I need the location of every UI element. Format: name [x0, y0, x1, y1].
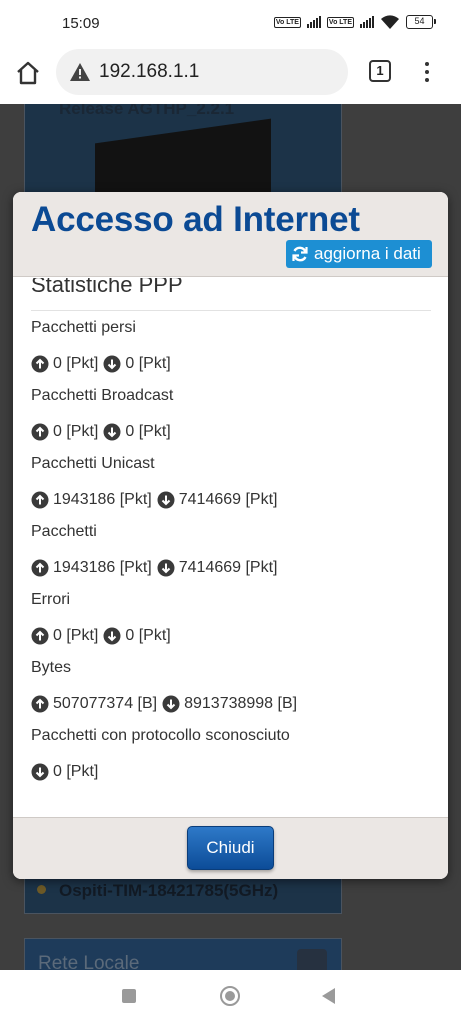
status-time: 15:09: [62, 15, 100, 32]
signal-icon: [306, 16, 321, 28]
download-arrow-icon: [103, 355, 121, 373]
tab-switcher-button[interactable]: 1: [369, 60, 391, 82]
stat-label: Pacchetti Unicast: [31, 455, 155, 472]
stat-values: 507077374 [B] 8913738998 [B]: [31, 694, 297, 714]
address-bar[interactable]: 192.168.1.1: [56, 49, 348, 95]
stat-down-value: 7414669 [Pkt]: [178, 559, 278, 576]
home-nav-icon[interactable]: [220, 986, 240, 1006]
stat-label: Pacchetti Broadcast: [31, 387, 174, 404]
stat-label: Pacchetti: [31, 523, 97, 540]
url-text: 192.168.1.1: [99, 61, 200, 82]
stat-values: 0 [Pkt] 0 [Pkt]: [31, 354, 171, 374]
stat-values: 1943186 [Pkt] 7414669 [Pkt]: [31, 490, 278, 510]
section-title: Statistiche PPP: [31, 278, 183, 297]
wifi-guest-label: Ospiti-TIM-18421785(5GHz): [59, 881, 279, 900]
stat-down-value: 8913738998 [B]: [184, 695, 298, 712]
stat-down-value: 0 [Pkt]: [125, 355, 171, 372]
overflow-menu-icon[interactable]: [420, 60, 434, 84]
refresh-data-label: aggiorna i dati: [314, 244, 421, 263]
upload-arrow-icon: [31, 355, 49, 373]
modal-body: Statistiche PPP Pacchetti persi 0 [Pkt] …: [13, 278, 448, 818]
download-arrow-icon: [103, 627, 121, 645]
home-icon[interactable]: [14, 59, 42, 87]
stat-down-value: 0 [Pkt]: [125, 423, 171, 440]
stat-down-value: 0 [Pkt]: [53, 763, 99, 780]
stat-values: 0 [Pkt] 0 [Pkt]: [31, 626, 171, 646]
modal-title: Accesso ad Internet: [31, 200, 360, 239]
status-icons: Vo LTE Vo LTE 54: [273, 14, 436, 30]
status-bar: 15:09 Vo LTE Vo LTE 54: [0, 0, 461, 48]
wifi-icon: [381, 15, 399, 29]
upload-arrow-icon: [31, 491, 49, 509]
upload-arrow-icon: [31, 695, 49, 713]
stat-up-value: 0 [Pkt]: [53, 627, 99, 644]
upload-arrow-icon: [31, 559, 49, 577]
wifi-status-dot: [37, 885, 46, 894]
download-arrow-icon: [157, 491, 175, 509]
browser-toolbar: 192.168.1.1 1: [0, 48, 461, 104]
download-arrow-icon: [31, 763, 49, 781]
stat-up-value: 0 [Pkt]: [53, 355, 99, 372]
signal-icon: [360, 16, 374, 28]
stat-label: Pacchetti con protocollo sconosciuto: [31, 727, 290, 744]
local-network-card: Rete Locale: [24, 938, 342, 970]
modal-footer: Chiudi: [13, 817, 448, 879]
download-arrow-icon: [103, 423, 121, 441]
stat-down-value: 0 [Pkt]: [125, 627, 171, 644]
stat-down-value: 7414669 [Pkt]: [178, 491, 278, 508]
stat-label: Pacchetti persi: [31, 319, 136, 336]
device-release-label: Release AGTHP_2.2.1: [59, 104, 235, 118]
stat-up-value: 1943186 [Pkt]: [53, 559, 152, 576]
upload-arrow-icon: [31, 423, 49, 441]
stat-up-value: 1943186 [Pkt]: [53, 491, 152, 508]
volte-icon: Vo LTE: [273, 16, 301, 28]
stat-values: 0 [Pkt] 0 [Pkt]: [31, 422, 171, 442]
stat-up-value: 0 [Pkt]: [53, 423, 99, 440]
download-arrow-icon: [162, 695, 180, 713]
gear-icon: [297, 949, 327, 970]
local-network-title: Rete Locale: [38, 953, 140, 970]
stat-label: Errori: [31, 591, 71, 608]
modal-header: Accesso ad Internet aggiorna i dati: [13, 192, 448, 277]
section-divider: [31, 310, 431, 311]
upload-arrow-icon: [31, 627, 49, 645]
system-nav-bar: [0, 970, 461, 1024]
internet-access-modal: Accesso ad Internet aggiorna i dati Stat…: [13, 192, 448, 879]
stat-values: 1943186 [Pkt] 7414669 [Pkt]: [31, 558, 278, 578]
back-icon[interactable]: [322, 988, 335, 1004]
download-arrow-icon: [157, 559, 175, 577]
stat-values: 0 [Pkt]: [31, 762, 98, 782]
recent-apps-icon[interactable]: [122, 989, 136, 1003]
battery-icon: 54: [406, 15, 436, 29]
volte-icon: Vo LTE: [326, 16, 354, 28]
warning-icon[interactable]: [69, 61, 91, 83]
stat-label: Bytes: [31, 659, 72, 676]
refresh-icon: [292, 246, 308, 262]
close-button[interactable]: Chiudi: [187, 826, 274, 870]
stat-up-value: 507077374 [B]: [53, 695, 158, 712]
refresh-data-button[interactable]: aggiorna i dati: [286, 240, 432, 268]
